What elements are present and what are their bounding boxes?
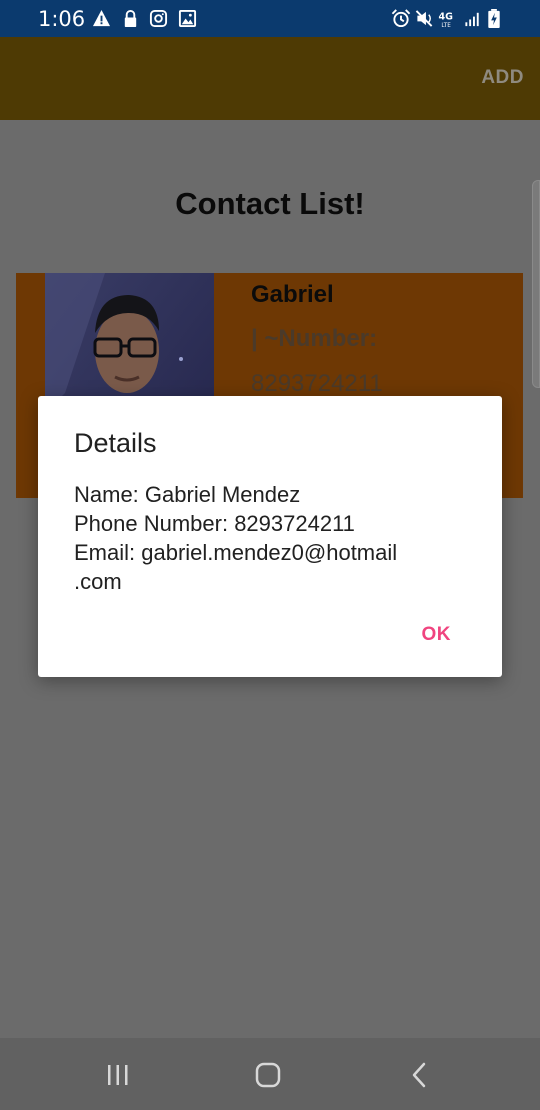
back-icon[interactable] bbox=[404, 1060, 436, 1090]
contact-name: Gabriel bbox=[251, 281, 334, 308]
dialog-line-name: Name: Gabriel Mendez bbox=[74, 482, 301, 507]
ok-button[interactable]: OK bbox=[422, 624, 452, 646]
lock-icon bbox=[124, 9, 137, 28]
dialog-line-phone: Phone Number: 8293724211 bbox=[74, 511, 355, 536]
page-title: Contact List! bbox=[175, 186, 365, 221]
app-bar: ADD bbox=[0, 37, 540, 120]
4g-lte-icon: 4G LTE bbox=[439, 11, 454, 28]
warning-icon bbox=[92, 9, 111, 27]
status-time: 1:06 bbox=[38, 7, 86, 31]
image-icon bbox=[178, 9, 197, 28]
mute-icon bbox=[415, 10, 433, 27]
dialog-message: Name: Gabriel Mendez Phone Number: 82937… bbox=[74, 480, 434, 596]
alarm-icon bbox=[391, 9, 411, 28]
add-button[interactable]: ADD bbox=[481, 67, 524, 89]
home-icon[interactable] bbox=[252, 1060, 284, 1090]
svg-text:4G: 4G bbox=[439, 11, 454, 22]
dialog-line-email: Email: gabriel.mendez0@hotmail bbox=[74, 540, 398, 565]
dialog-title: Details bbox=[74, 428, 157, 458]
contact-number-label: | ~Number: bbox=[251, 325, 378, 352]
status-bar: 1:06 4G LTE bbox=[0, 0, 540, 37]
details-dialog: Details Name: Gabriel Mendez Phone Numbe… bbox=[38, 396, 502, 677]
navigation-bar bbox=[0, 1038, 540, 1110]
dialog-line-email-cont: .com bbox=[74, 569, 122, 594]
battery-charging-icon bbox=[488, 9, 500, 28]
recent-apps-icon[interactable] bbox=[102, 1060, 134, 1090]
svg-text:LTE: LTE bbox=[441, 23, 451, 28]
instagram-icon bbox=[149, 9, 168, 28]
scrollbar-handle[interactable] bbox=[532, 180, 540, 388]
contact-number: 8293724211 bbox=[251, 370, 383, 397]
signal-icon bbox=[465, 12, 479, 27]
